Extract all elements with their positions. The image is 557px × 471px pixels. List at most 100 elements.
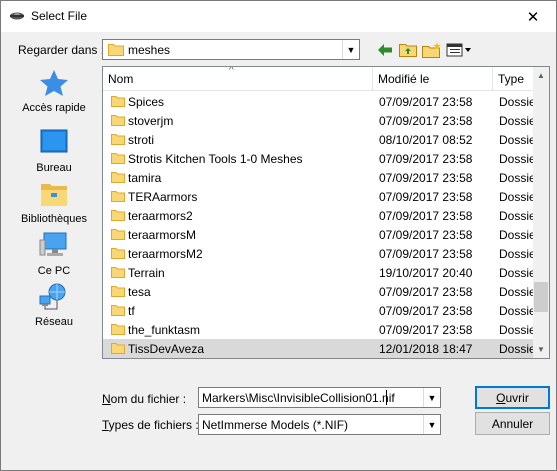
- column-header-name[interactable]: Nom: [103, 67, 373, 91]
- folder-icon: [111, 342, 125, 357]
- file-name: teraarmorsM: [128, 228, 197, 242]
- file-modified: 07/09/2017 23:58: [379, 190, 473, 204]
- file-row[interactable]: the_funktasm 07/09/2017 23:58 Dossie: [103, 320, 536, 339]
- file-row[interactable]: teraarmorsM 07/09/2017 23:58 Dossie: [103, 225, 536, 244]
- place-desktop[interactable]: Bureau: [8, 128, 100, 178]
- file-row[interactable]: tesa 07/09/2017 23:58 Dossie: [103, 282, 536, 301]
- file-row[interactable]: Terrain 19/10/2017 20:40 Dossie: [103, 263, 536, 282]
- places-bar: Accès rapide Bureau Bibliothèques Ce PC …: [8, 68, 100, 358]
- place-libraries[interactable]: Bibliothèques: [8, 179, 100, 229]
- file-type: Dossie: [499, 152, 536, 166]
- place-label: Accès rapide: [22, 102, 86, 114]
- select-file-dialog: Select File ✕ Regarder dans : meshes ▼ A…: [0, 0, 557, 471]
- file-row[interactable]: teraarmors2 07/09/2017 23:58 Dossie: [103, 206, 536, 225]
- place-label: Réseau: [35, 316, 73, 328]
- file-type: Dossie: [499, 133, 536, 147]
- scroll-down-icon[interactable]: ▼: [533, 341, 549, 358]
- file-list[interactable]: ^ Nom Modifié le Type Spices 07/09/2017 2…: [102, 66, 550, 359]
- file-type: Dossie: [499, 247, 536, 261]
- open-button[interactable]: Ouvrir: [475, 386, 550, 409]
- vertical-scrollbar[interactable]: ▲ ▼: [533, 67, 549, 358]
- file-type: Dossie: [499, 342, 536, 356]
- filename-input[interactable]: Markers\Misc\InvisibleCollision01.nif ▼: [198, 387, 441, 408]
- filetype-select[interactable]: NetImmerse Models (*.NIF) ▼: [198, 414, 441, 435]
- file-row[interactable]: stroti 08/10/2017 08:52 Dossie: [103, 130, 536, 149]
- file-name: Spices: [128, 95, 165, 109]
- place-label: Bibliothèques: [20, 213, 88, 225]
- file-name: the_funktasm: [128, 323, 201, 337]
- file-modified: 07/09/2017 23:58: [379, 95, 473, 109]
- up-folder-icon[interactable]: [398, 41, 418, 58]
- file-type: Dossie: [499, 209, 536, 223]
- scroll-thumb[interactable]: [534, 282, 548, 312]
- new-folder-icon[interactable]: [422, 41, 442, 58]
- file-row[interactable]: stoverjm 07/09/2017 23:58 Dossie: [103, 111, 536, 130]
- folder-icon: [111, 190, 125, 205]
- folder-icon: [111, 152, 125, 167]
- file-row[interactable]: Strotis Kitchen Tools 1-0 Meshes 07/09/20…: [103, 149, 536, 168]
- folder-icon: [111, 266, 125, 281]
- folder-icon: [111, 95, 125, 110]
- app-icon: [10, 12, 24, 20]
- file-name: Terrain: [128, 266, 165, 280]
- filename-label: Nom du fichier :: [102, 392, 187, 406]
- network-icon: [39, 283, 66, 310]
- look-in-value: meshes: [128, 43, 171, 57]
- file-row[interactable]: TissDevAveza 12/01/2018 18:47 Dossie: [103, 339, 536, 358]
- quick-access-star-icon: [40, 70, 68, 96]
- file-row[interactable]: tf 07/09/2017 23:58 Dossie: [103, 301, 536, 320]
- file-modified: 12/01/2018 18:47: [379, 342, 473, 356]
- title-bar: Select File ✕: [1, 1, 556, 32]
- column-header-modified[interactable]: Modifié le: [373, 67, 493, 91]
- file-name: Strotis Kitchen Tools 1-0 Meshes: [128, 152, 303, 166]
- file-name: stoverjm: [128, 114, 174, 128]
- file-type: Dossie: [499, 304, 536, 318]
- file-type: Dossie: [499, 190, 536, 204]
- file-row[interactable]: teraarmorsM2 07/09/2017 23:58 Dossie: [103, 244, 536, 263]
- chevron-down-icon[interactable]: ▼: [423, 415, 440, 434]
- view-menu-icon[interactable]: [446, 41, 472, 58]
- folder-icon: [108, 44, 124, 56]
- chevron-down-icon[interactable]: ▼: [423, 388, 440, 407]
- close-button[interactable]: ✕: [510, 1, 556, 32]
- folder-icon: [111, 304, 125, 319]
- look-in-label: Regarder dans :: [18, 43, 105, 57]
- folder-icon: [111, 133, 125, 148]
- file-modified: 07/09/2017 23:58: [379, 247, 473, 261]
- file-name: tamira: [128, 171, 162, 185]
- file-row[interactable]: tamira 07/09/2017 23:58 Dossie: [103, 168, 536, 187]
- file-name: tesa: [128, 285, 151, 299]
- text-caret: [386, 390, 387, 405]
- scroll-up-icon[interactable]: ▲: [533, 67, 549, 84]
- file-row[interactable]: Spices 07/09/2017 23:58 Dossie: [103, 92, 536, 111]
- file-name: teraarmorsM2: [128, 247, 203, 261]
- folder-icon: [111, 228, 125, 243]
- place-this-pc[interactable]: Ce PC: [8, 231, 100, 281]
- look-in-combo[interactable]: meshes ▼: [102, 39, 360, 60]
- back-icon[interactable]: [375, 41, 395, 58]
- chevron-down-icon[interactable]: ▼: [342, 40, 359, 59]
- file-name: TERAarmors: [128, 190, 198, 204]
- column-header-row: ^ Nom Modifié le Type: [103, 67, 535, 91]
- folder-icon: [111, 209, 125, 224]
- libraries-icon: [41, 184, 67, 206]
- file-type: Dossie: [499, 323, 536, 337]
- file-modified: 08/10/2017 08:52: [379, 133, 473, 147]
- file-modified: 07/09/2017 23:58: [379, 304, 473, 318]
- filetype-label: Types de fichiers :: [102, 418, 199, 432]
- file-modified: 07/09/2017 23:58: [379, 171, 473, 185]
- file-name: stroti: [128, 133, 155, 147]
- folder-icon: [111, 285, 125, 300]
- folder-icon: [111, 114, 125, 129]
- place-label: Bureau: [36, 162, 72, 174]
- file-modified: 07/09/2017 23:58: [379, 285, 473, 299]
- place-quick-access[interactable]: Accès rapide: [8, 68, 100, 118]
- file-modified: 07/09/2017 23:58: [379, 152, 473, 166]
- file-modified: 07/09/2017 23:58: [379, 114, 473, 128]
- file-row[interactable]: TERAarmors 07/09/2017 23:58 Dossie: [103, 187, 536, 206]
- cancel-button[interactable]: Annuler: [475, 412, 550, 435]
- place-network[interactable]: Réseau: [8, 282, 100, 332]
- window-title: Select File: [31, 9, 88, 23]
- folder-icon: [111, 247, 125, 262]
- filetype-value: NetImmerse Models (*.NIF): [202, 418, 349, 432]
